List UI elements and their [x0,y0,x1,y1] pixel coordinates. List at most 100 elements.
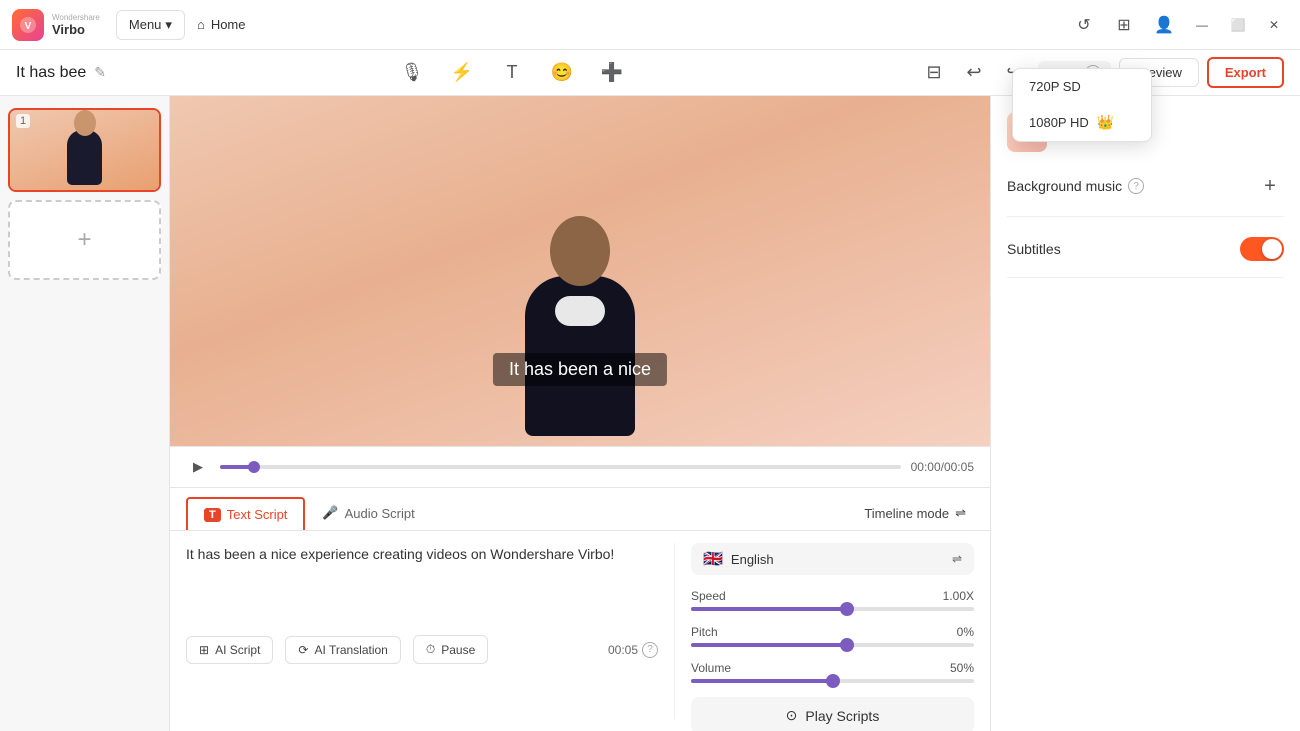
close-button[interactable]: ✕ [1260,11,1288,39]
progress-bar[interactable] [220,465,901,469]
duration-display: 00:05 ? [608,642,658,658]
microphone-icon[interactable]: 🎙 [396,57,428,89]
script-text-area: It has been a nice experience creating v… [186,543,674,719]
pitch-fill [691,643,847,647]
speed-label: Speed [691,589,726,603]
slide-number-1: 1 [16,114,30,128]
company-name: Wondershare [52,13,100,22]
logo-text-area: Wondershare Virbo [52,13,100,37]
pitch-label: Pitch [691,625,718,639]
language-flag: 🇬🇧 [703,549,723,569]
timeline-arrows-icon: ⇌ [955,505,966,521]
video-subtitle: It has been a nice [493,353,667,386]
text-script-tab[interactable]: T Text Script [186,497,305,530]
add-slide-button[interactable]: + [8,200,161,280]
subtitles-section: Subtitles [1007,237,1284,278]
pitch-thumb[interactable] [840,638,854,652]
export-button[interactable]: Export [1207,57,1284,88]
volume-slider[interactable] [691,679,974,683]
effects-icon[interactable]: ⚡ [446,57,478,89]
main-layout: 1 + It has been a nice ▶ [0,96,1300,731]
svg-text:V: V [25,21,32,32]
grid-icon[interactable]: ⊞ [1108,9,1140,41]
crown-icon: 👑 [1097,114,1114,131]
pause-icon: ⏱ [426,642,435,657]
menu-button[interactable]: Menu ▾ [116,10,185,40]
minimize-button[interactable]: — [1188,11,1216,39]
toolbar-center: 🎙 ⚡ T 😊 ➕ [396,57,628,89]
ai-script-icon: ⊞ [199,643,209,657]
script-area: T Text Script 🎤 Audio Script Timeline mo… [170,487,990,731]
time-counter: 00:00/00:05 [911,460,974,474]
speed-slider[interactable] [691,607,974,611]
volume-fill [691,679,833,683]
script-tabs: T Text Script 🎤 Audio Script Timeline mo… [170,488,990,531]
home-icon: ⌂ [197,17,205,32]
add-media-icon[interactable]: ➕ [596,57,628,89]
slide-thumbnail-1 [10,110,159,190]
background-music-label: Background music ? [1007,178,1144,194]
undo-icon[interactable]: ↩ [958,57,990,89]
video-person [470,196,690,446]
title-controls: ↺ ⊞ 👤 — ⬜ ✕ [1068,9,1288,41]
pitch-value: 0% [957,625,974,639]
script-controls: 🇬🇧 English ⇌ Speed 1.00X [674,543,974,719]
user-icon[interactable]: 👤 [1148,9,1180,41]
play-scripts-icon: ⊙ [786,707,798,724]
script-bottom-bar: ⊞ AI Script ⟳ AI Translation ⏱ Pause 0 [186,623,658,664]
progress-thumb[interactable] [248,461,260,473]
text-icon[interactable]: T [496,57,528,89]
edit-title-icon[interactable]: ✎ [94,64,106,81]
script-text[interactable]: It has been a nice experience creating v… [186,543,658,623]
background-music-section: Background music ? + [1007,172,1284,217]
export-720-option[interactable]: 720P SD [1013,69,1151,104]
text-tab-icon: T [204,508,221,522]
toggle-knob [1262,239,1282,259]
caption-icon[interactable]: ⊟ [918,57,950,89]
play-button[interactable]: ▶ [186,455,210,479]
subtitles-toggle[interactable] [1240,237,1284,261]
subtitles-label: Subtitles [1007,241,1061,257]
volume-slider-row: Volume 50% [691,661,974,683]
history-icon[interactable]: ↺ [1068,9,1100,41]
app-logo-icon: V [12,9,44,41]
speed-slider-row: Speed 1.00X [691,589,974,611]
duration-help-icon[interactable]: ? [642,642,658,658]
language-selector[interactable]: 🇬🇧 English ⇌ [691,543,974,575]
video-preview: It has been a nice [170,96,990,446]
timeline-mode-button[interactable]: Timeline mode ⇌ [856,501,974,525]
play-scripts-button[interactable]: ⊙ Play Scripts [691,697,974,731]
volume-value: 50% [950,661,974,675]
mic-icon: 🎤 [322,505,338,521]
volume-thumb[interactable] [826,674,840,688]
logo-area: V Wondershare Virbo [12,9,100,41]
language-arrows-icon: ⇌ [952,552,962,566]
script-content: It has been a nice experience creating v… [170,531,990,731]
slides-sidebar: 1 + [0,96,170,731]
speed-thumb[interactable] [840,602,854,616]
emoji-icon[interactable]: 😊 [546,57,578,89]
playback-bar: ▶ 00:00/00:05 [170,446,990,487]
export-1080-option[interactable]: 1080P HD 👑 [1013,104,1151,141]
home-button[interactable]: ⌂ Home [185,11,258,38]
slide-item-1[interactable]: 1 [8,108,161,192]
pitch-slider-row: Pitch 0% [691,625,974,647]
ai-script-button[interactable]: ⊞ AI Script [186,636,273,664]
center-panel: It has been a nice ▶ 00:00/00:05 T Text … [170,96,990,731]
maximize-button[interactable]: ⬜ [1224,11,1252,39]
pause-button[interactable]: ⏱ Pause [413,635,488,664]
title-bar: V Wondershare Virbo Menu ▾ ⌂ Home ↺ ⊞ 👤 … [0,0,1300,50]
pitch-slider[interactable] [691,643,974,647]
ai-translation-button[interactable]: ⟳ AI Translation [285,636,400,664]
add-music-button[interactable]: + [1256,172,1284,200]
export-dropdown: 720P SD 1080P HD 👑 [1012,68,1152,142]
speed-value: 1.00X [943,589,974,603]
audio-script-tab[interactable]: 🎤 Audio Script [305,496,431,530]
bg-music-help-icon[interactable]: ? [1128,178,1144,194]
project-title: It has bee ✎ [16,64,106,82]
volume-label: Volume [691,661,731,675]
app-name: Virbo [52,22,100,37]
translate-icon: ⟳ [298,643,308,657]
right-panel: Backgroun... Background music ? + Subtit… [990,96,1300,731]
speed-fill [691,607,847,611]
